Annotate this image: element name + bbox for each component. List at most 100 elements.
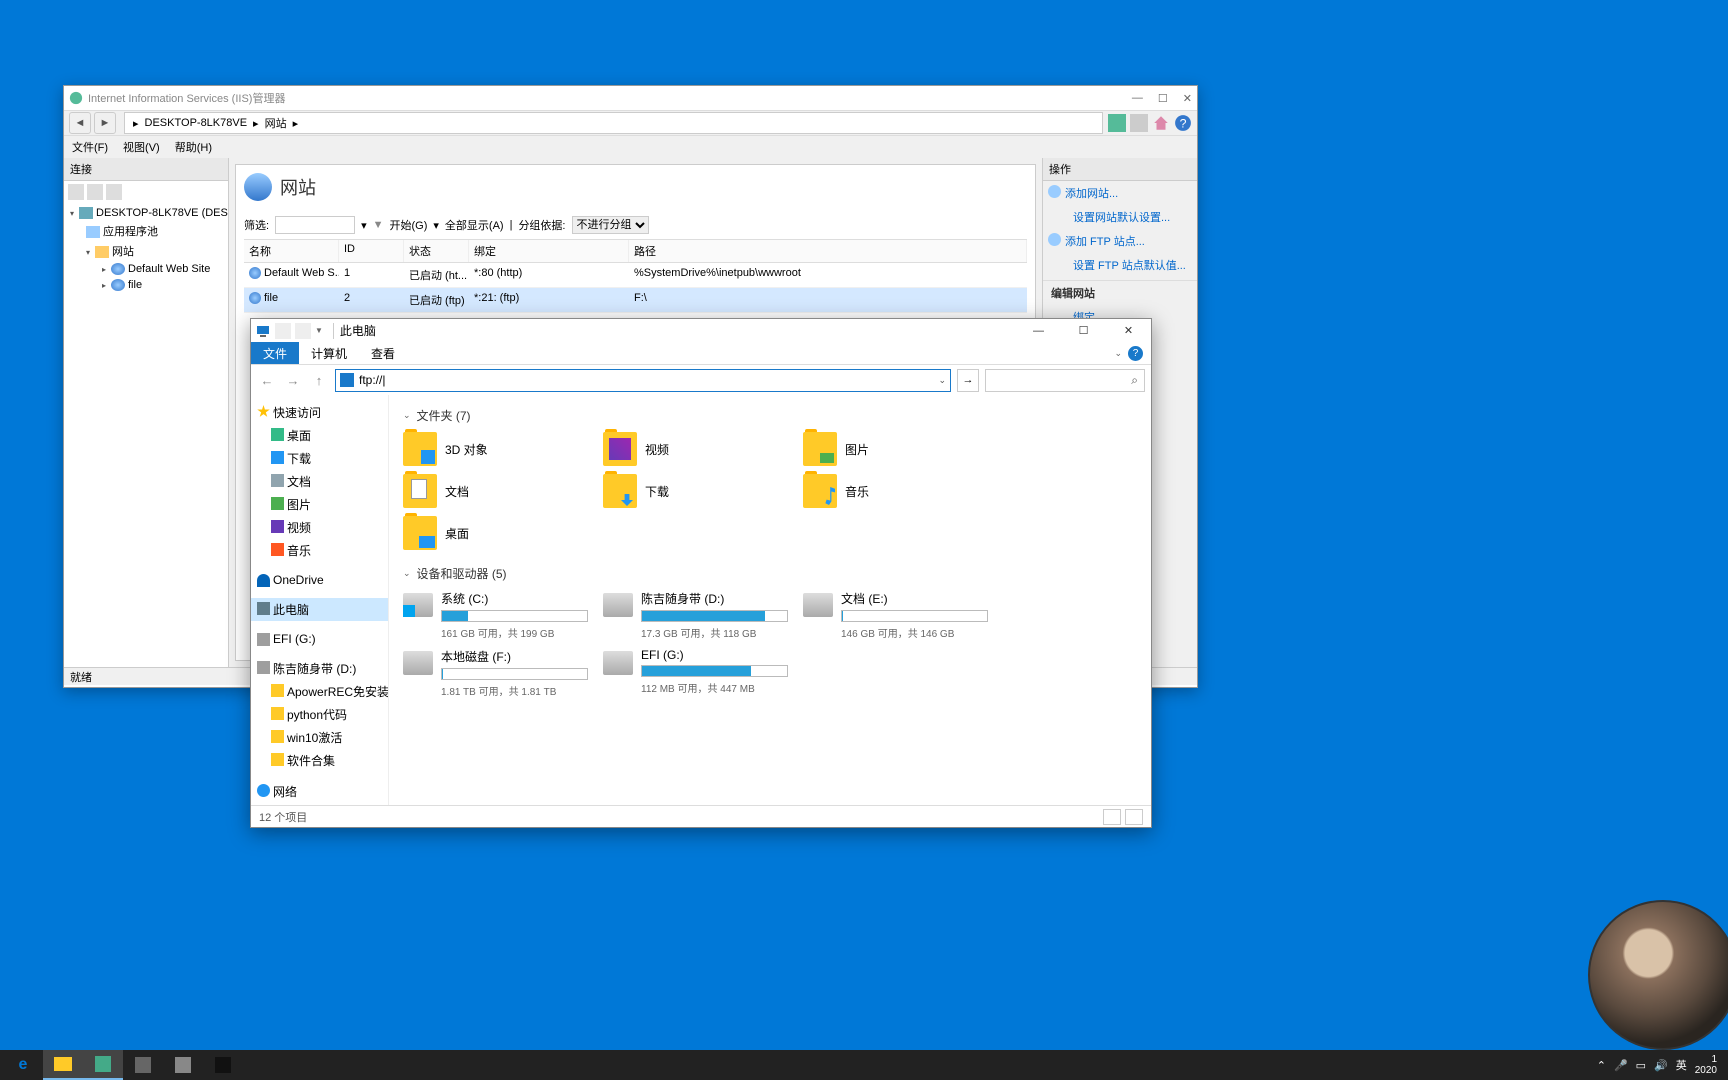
ribbon-expand-icon[interactable]: ⌄: [1114, 348, 1122, 359]
action-add-site[interactable]: 添加网站...: [1043, 181, 1197, 205]
folder-item[interactable]: 下载: [603, 474, 788, 508]
stop-icon[interactable]: [1130, 114, 1148, 132]
folder-item[interactable]: 3D 对象: [403, 432, 588, 466]
close-button[interactable]: ✕: [1183, 92, 1192, 105]
iis-titlebar[interactable]: Internet Information Services (IIS)管理器 —…: [64, 86, 1197, 110]
folders-group-header[interactable]: ⌄文件夹 (7): [403, 407, 1137, 424]
tab-view[interactable]: 查看: [359, 342, 407, 364]
tab-computer[interactable]: 计算机: [299, 342, 359, 364]
view-details-button[interactable]: [1103, 809, 1121, 825]
action-add-ftp[interactable]: 添加 FTP 站点...: [1043, 229, 1197, 253]
nav-pane[interactable]: 快速访问 桌面 下载 文档 图片 视频 音乐 OneDrive 此电脑 EFI …: [251, 395, 389, 805]
nav-usb[interactable]: 陈吉随身带 (D:): [251, 657, 388, 680]
nav-folder[interactable]: python代码: [251, 703, 388, 726]
back-button[interactable]: ←: [257, 373, 277, 388]
folder-icon: [803, 474, 837, 508]
maximize-button[interactable]: ☐: [1158, 92, 1168, 105]
table-row[interactable]: Default Web S... 1 已启动 (ht... *:80 (http…: [244, 263, 1027, 288]
help-icon[interactable]: ?: [1174, 114, 1192, 132]
menu-view[interactable]: 视图(V): [123, 139, 160, 155]
folder-label: 3D 对象: [445, 441, 488, 458]
folder-icon: [603, 432, 637, 466]
nav-pictures[interactable]: 图片: [251, 493, 388, 516]
minimize-button[interactable]: —: [1132, 92, 1143, 105]
nav-quick-access[interactable]: 快速访问: [251, 401, 388, 424]
address-bar[interactable]: ftp://| ⌄: [335, 369, 951, 392]
home-icon[interactable]: [1152, 114, 1170, 132]
breadcrumb[interactable]: ▸DESKTOP-8LK78VE ▸网站 ▸: [124, 112, 1103, 134]
forward-button[interactable]: ►: [94, 112, 116, 134]
table-row[interactable]: file 2 已启动 (ftp) *:21: (ftp) F:\: [244, 288, 1027, 313]
taskbar-app[interactable]: [83, 1050, 123, 1080]
folder-item[interactable]: 桌面: [403, 516, 588, 550]
clock[interactable]: 12020: [1695, 1054, 1717, 1076]
content-area[interactable]: ⌄文件夹 (7) 3D 对象 视频图片文档下载音乐桌面 ⌄设备和驱动器 (5) 系…: [389, 395, 1151, 805]
tray-chevron-icon[interactable]: ⌃: [1597, 1059, 1606, 1072]
nav-desktop[interactable]: 桌面: [251, 424, 388, 447]
explorer-titlebar[interactable]: ▼ 此电脑 — ☐ ✕: [251, 319, 1151, 342]
up-button[interactable]: ↑: [309, 373, 329, 388]
nav-downloads[interactable]: 下载: [251, 447, 388, 470]
minimize-button[interactable]: —: [1016, 319, 1061, 342]
group-select[interactable]: 不进行分组: [572, 216, 649, 234]
search-box[interactable]: ⌕: [985, 369, 1145, 392]
close-button[interactable]: ✕: [1106, 319, 1151, 342]
filter-input[interactable]: [275, 216, 355, 234]
drive-item[interactable]: 文档 (E:) 146 GB 可用，共 146 GB: [803, 590, 988, 640]
folder-item[interactable]: 图片: [803, 432, 988, 466]
go-button[interactable]: →: [957, 369, 979, 392]
taskbar[interactable]: e ⌃ 🎤 ▭ 🔊 英 12020: [0, 1050, 1728, 1080]
forward-button[interactable]: →: [283, 373, 303, 388]
maximize-button[interactable]: ☐: [1061, 319, 1106, 342]
nav-folder[interactable]: 软件合集: [251, 749, 388, 772]
actions-header: 操作: [1043, 158, 1197, 181]
edge-button[interactable]: e: [3, 1050, 43, 1080]
folder-item[interactable]: 音乐: [803, 474, 988, 508]
refresh-icon[interactable]: [1108, 114, 1126, 132]
tray-volume-icon[interactable]: 🔊: [1654, 1059, 1668, 1072]
table-header[interactable]: 名称 ID 状态 绑定 路径: [244, 240, 1027, 263]
taskbar-app[interactable]: [163, 1050, 203, 1080]
menu-help[interactable]: 帮助(H): [175, 139, 212, 155]
drive-item[interactable]: 本地磁盘 (F:) 1.81 TB 可用，共 1.81 TB: [403, 648, 588, 698]
nav-music[interactable]: 音乐: [251, 539, 388, 562]
drives-group-header[interactable]: ⌄设备和驱动器 (5): [403, 565, 1137, 582]
taskbar-app[interactable]: [123, 1050, 163, 1080]
drive-item[interactable]: 系统 (C:) 161 GB 可用，共 199 GB: [403, 590, 588, 640]
view-icons-button[interactable]: [1125, 809, 1143, 825]
nav-folder[interactable]: ApowerREC免安装: [251, 680, 388, 703]
nav-thispc[interactable]: 此电脑: [251, 598, 388, 621]
qat-icon[interactable]: [275, 323, 291, 339]
back-button[interactable]: ◄: [69, 112, 91, 134]
nav-onedrive[interactable]: OneDrive: [251, 570, 388, 590]
folder-item[interactable]: 视频: [603, 432, 788, 466]
qat-icon[interactable]: [295, 323, 311, 339]
sites-icon: [244, 173, 272, 201]
menu-file[interactable]: 文件(F): [72, 139, 108, 155]
nav-efi[interactable]: EFI (G:): [251, 629, 388, 649]
tray-mic-icon[interactable]: 🎤: [1614, 1059, 1628, 1072]
tray-ime[interactable]: 英: [1676, 1057, 1687, 1073]
tab-file[interactable]: 文件: [251, 342, 299, 364]
help-icon[interactable]: ?: [1128, 346, 1143, 361]
nav-videos[interactable]: 视频: [251, 516, 388, 539]
folder-item[interactable]: 文档: [403, 474, 588, 508]
nav-network[interactable]: 网络: [251, 780, 388, 803]
explorer-taskbar-button[interactable]: [43, 1050, 83, 1080]
address-text: ftp://: [359, 373, 382, 387]
system-tray[interactable]: ⌃ 🎤 ▭ 🔊 英 12020: [1597, 1054, 1725, 1076]
action-set-ftp[interactable]: 设置 FTP 站点默认值...: [1043, 253, 1197, 277]
pc-icon: [255, 323, 271, 339]
folder-icon: [603, 474, 637, 508]
taskbar-app[interactable]: [203, 1050, 243, 1080]
tray-network-icon[interactable]: ▭: [1636, 1059, 1646, 1072]
action-set-default[interactable]: 设置网站默认设置...: [1043, 205, 1197, 229]
nav-documents[interactable]: 文档: [251, 470, 388, 493]
connections-tree[interactable]: ▾DESKTOP-8LK78VE (DESKT 应用程序池 ▾网站 ▸Defau…: [64, 203, 228, 667]
drive-item[interactable]: EFI (G:) 112 MB 可用，共 447 MB: [603, 648, 788, 698]
drive-usage-text: 146 GB 可用，共 146 GB: [841, 625, 988, 640]
drive-icon: [603, 593, 633, 617]
nav-folder[interactable]: win10激活: [251, 726, 388, 749]
drive-name: 文档 (E:): [841, 590, 988, 607]
drive-item[interactable]: 陈吉随身带 (D:) 17.3 GB 可用，共 118 GB: [603, 590, 788, 640]
